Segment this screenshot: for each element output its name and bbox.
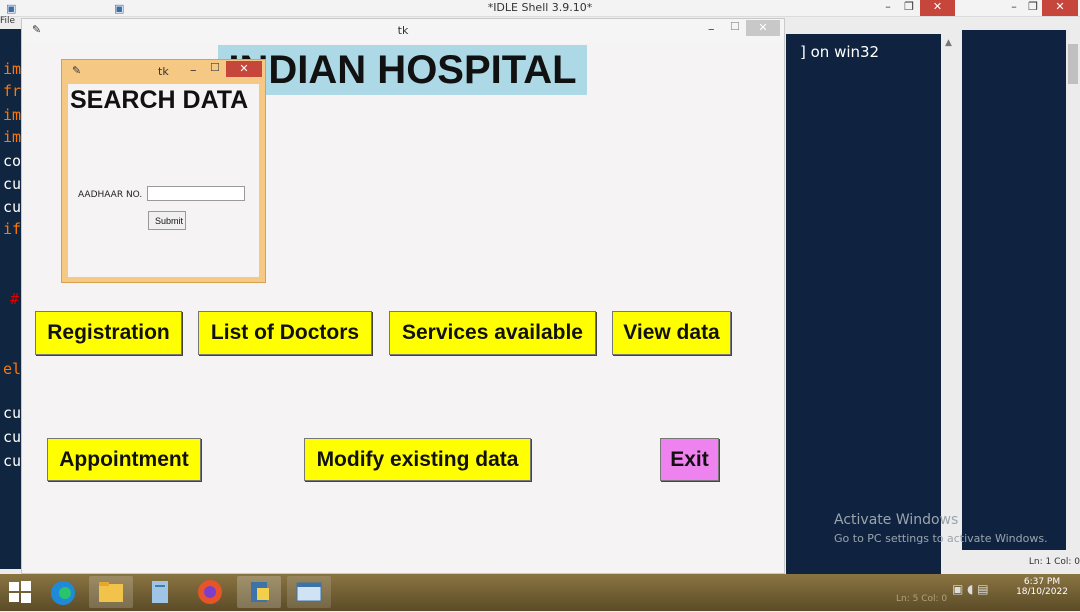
code-line: cu <box>3 428 22 446</box>
search-feather-icon: ✎ <box>72 64 82 77</box>
search-close-button[interactable]: ✕ <box>226 61 262 77</box>
services-available-button[interactable]: Services available <box>389 311 596 355</box>
code-line: co <box>3 152 22 170</box>
code-line: im <box>3 128 22 146</box>
code-line: cu <box>3 198 22 216</box>
firefox-icon[interactable] <box>195 577 225 607</box>
submit-button[interactable]: Submit <box>148 211 186 230</box>
python-icon: ▣ <box>6 2 17 15</box>
search-data-window: ✎ tk – ☐ ✕ SEARCH DATA AADHAAR NO. Submi… <box>61 59 266 283</box>
code-line: cu <box>3 452 22 470</box>
clock-time: 6:37 PM <box>1023 577 1061 587</box>
activate-windows-subtitle: Go to PC settings to activate Windows. <box>834 532 1048 545</box>
outer-shell-area[interactable] <box>962 30 1066 550</box>
hospital-heading: INDIAN HOSPITAL <box>218 45 587 95</box>
search-minimize-button[interactable]: – <box>190 63 197 78</box>
code-line: cu <box>3 404 22 422</box>
idle-status-bar: Ln: 1 Col: 0 <box>1028 557 1080 567</box>
idle-maximize-button[interactable]: ❐ <box>898 0 920 16</box>
tk-maximize-button[interactable]: ☐ <box>730 20 740 33</box>
edge-icon[interactable] <box>48 578 78 608</box>
code-line: cu <box>3 175 22 193</box>
aadhaar-input[interactable] <box>147 186 245 201</box>
tray-icons[interactable]: ▣ ◖ ▤ <box>952 582 989 596</box>
scroll-up-icon[interactable]: ▲ <box>945 38 952 48</box>
tk-feather-icon: ✎ <box>32 23 42 36</box>
outer-minimize-button[interactable]: – <box>1004 0 1024 16</box>
code-line: if <box>3 220 22 238</box>
clock-date: 18/10/2022 <box>1016 587 1068 597</box>
activate-windows-title: Activate Windows <box>834 512 959 528</box>
aadhaar-label: AADHAAR NO. <box>78 190 143 200</box>
tk-close-button[interactable]: ✕ <box>746 20 780 36</box>
registration-button[interactable]: Registration <box>35 311 182 355</box>
taskbar-clock[interactable]: 6:37 PM 18/10/2022 <box>1010 577 1074 597</box>
view-data-button[interactable]: View data <box>612 311 731 355</box>
outer-maximize-button[interactable]: ❐ <box>1024 0 1042 16</box>
outer-scrollbar[interactable] <box>1066 30 1080 560</box>
code-line: im <box>3 60 22 78</box>
outer-scrollbar-thumb[interactable] <box>1068 44 1078 84</box>
code-comment: # <box>10 290 20 308</box>
shell-scrollbar[interactable] <box>941 34 961 554</box>
file-explorer-icon[interactable] <box>89 576 133 608</box>
code-line: fr <box>3 82 22 100</box>
windows-start-icon[interactable] <box>8 580 32 604</box>
python-idle-icon[interactable] <box>237 576 281 608</box>
modify-existing-data-button[interactable]: Modify existing data <box>304 438 531 481</box>
taskbar-status-text: Ln: 5 Col: 0 <box>896 594 948 604</box>
shell-output-area[interactable] <box>786 34 941 574</box>
appointment-button[interactable]: Appointment <box>47 438 201 481</box>
code-line: el <box>3 360 22 378</box>
list-of-doctors-button[interactable]: List of Doctors <box>198 311 372 355</box>
notepad-icon[interactable] <box>138 576 182 608</box>
tk-minimize-button[interactable]: – <box>708 22 715 37</box>
outer-close-button[interactable]: ✕ <box>1042 0 1078 16</box>
shell-output-text: ] on win32 <box>800 43 880 61</box>
tk-app-icon[interactable] <box>287 576 331 608</box>
search-data-heading: SEARCH DATA <box>70 86 249 114</box>
code-line: im <box>3 106 22 124</box>
tk-main-title: tk <box>397 24 409 37</box>
search-maximize-button[interactable]: ☐ <box>210 61 220 74</box>
idle-minimize-button[interactable]: – <box>878 0 898 16</box>
search-window-title: tk <box>158 65 169 78</box>
python-icon-secondary: ▣ <box>114 2 125 15</box>
exit-button[interactable]: Exit <box>660 438 719 481</box>
idle-close-button[interactable]: ✕ <box>920 0 955 16</box>
